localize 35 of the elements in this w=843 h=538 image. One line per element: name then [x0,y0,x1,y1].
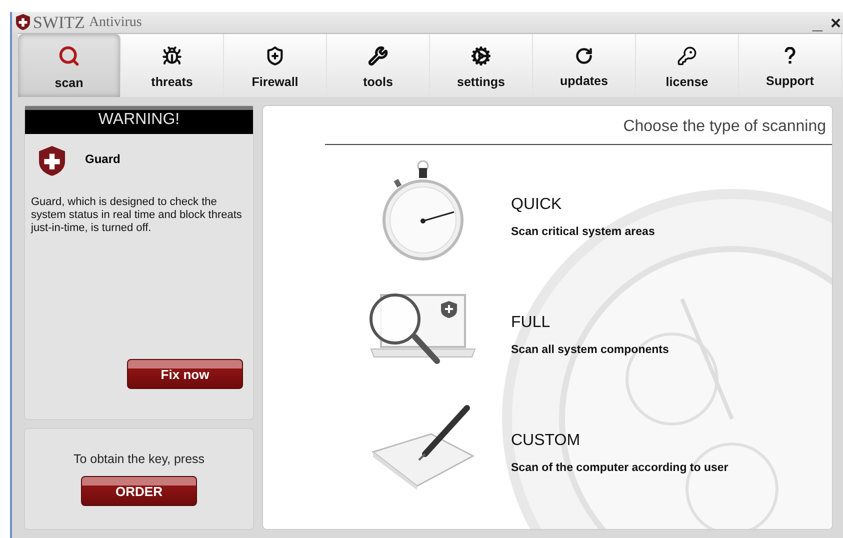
fix-now-button[interactable]: Fix now [127,359,243,389]
nav-tab[interactable]: threats [121,34,224,97]
panel-title: Choose the type of scanning [325,106,832,145]
minimize-button[interactable]: _ [812,14,822,32]
scan-type-title[interactable]: CUSTOM [511,432,728,450]
nav-tab[interactable]: scan [18,34,121,97]
settings-icon [471,46,491,66]
shield-icon [39,146,65,176]
shield-logo-icon [16,14,30,31]
nav-tab[interactable]: settings [430,34,533,97]
scan-type-description: Scan all system components [511,344,669,356]
scan-type-title[interactable]: FULL [511,314,669,332]
nav-tab[interactable]: license [636,34,739,97]
close-button[interactable]: × [830,14,841,32]
order-prompt: To obtain the key, press [73,452,205,466]
nav-tab[interactable]: Firewall [224,34,327,97]
bug-icon [162,46,182,66]
refresh-icon [575,47,593,65]
scan-type-title[interactable]: QUICK [511,196,655,214]
scan-type-description: Scan critical system areas [511,226,655,238]
order-button[interactable]: ORDER [81,476,197,506]
search-icon [58,45,80,67]
warning-message: Guard, which is designed to check the system status in real time and block threats just-in-time, is turned off. [31,196,243,235]
window-subtitle: Antivirus [88,14,142,30]
module-name: Guard [85,152,120,166]
shield-icon [265,46,285,66]
nav-tab[interactable]: tools [327,34,430,97]
scan-type-description: Scan of the computer according to user [511,462,728,474]
warning-heading: WARNING! [25,106,253,134]
nav-tab[interactable]: Support [739,34,842,97]
help-icon [784,47,796,65]
window-title: SWITZ [33,12,85,32]
key-icon [677,46,697,66]
tools-icon [368,46,388,66]
nav-tab[interactable]: updates [533,34,636,97]
